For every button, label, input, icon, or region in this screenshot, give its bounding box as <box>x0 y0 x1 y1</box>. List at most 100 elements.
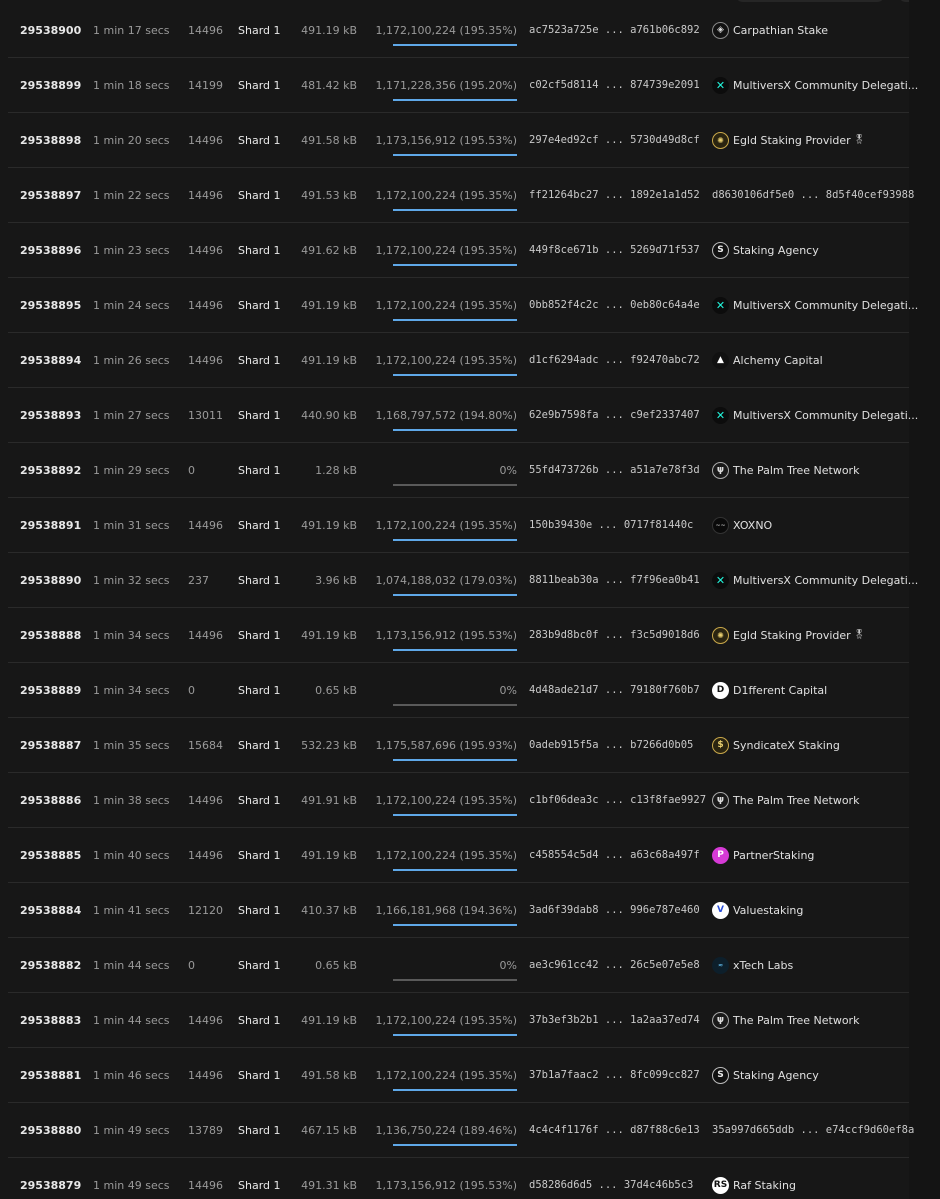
block-hash-link[interactable]: ae3c961cc42 ... 26c5e07e5e8 <box>529 959 700 972</box>
block-hash-link[interactable]: d58286d6d5 ... 37d4c46b5c3 <box>529 1179 693 1192</box>
shard-link[interactable]: Shard 1 <box>238 134 281 147</box>
table-row[interactable]: 29538879 1 min 49 secs 14496 Shard 1 491.31 … <box>8 1158 909 1199</box>
block-height-link[interactable]: 29538897 <box>20 189 81 202</box>
validator-address-link[interactable]: d8630106df5e0 ... 8d5f40cef93988 <box>712 189 914 202</box>
block-hash-link[interactable]: 0adeb915f5a ... b7266d0b05 <box>529 739 693 752</box>
block-height-link[interactable]: 29538899 <box>20 79 81 92</box>
block-height-link[interactable]: 29538896 <box>20 244 81 257</box>
shard-link[interactable]: Shard 1 <box>238 79 281 92</box>
table-row[interactable]: 29538884 1 min 41 secs 12120 Shard 1 410.37 … <box>8 883 909 938</box>
block-height-link[interactable]: 29538887 <box>20 739 81 752</box>
block-hash-link[interactable]: 37b1a7faac2 ... 8fc099cc827 <box>529 1069 700 1082</box>
block-hash-link[interactable]: 8811beab30a ... f7f96ea0b41 <box>529 574 700 587</box>
shard-link[interactable]: Shard 1 <box>238 904 281 917</box>
block-hash-link[interactable]: 4c4c4f1176f ... d87f88c6e13 <box>529 1124 700 1137</box>
validator-link[interactable]: ◈ Carpathian Stake <box>712 22 828 39</box>
block-height-link[interactable]: 29538886 <box>20 794 81 807</box>
shard-link[interactable]: Shard 1 <box>238 464 281 477</box>
block-height-link[interactable]: 29538884 <box>20 904 81 917</box>
validator-link[interactable]: ψ The Palm Tree Network <box>712 462 859 479</box>
validator-link[interactable]: ▲ Alchemy Capital <box>712 352 823 369</box>
table-row[interactable]: 29538892 1 min 29 secs 0 Shard 1 1.28 kB 0% 55… <box>8 443 909 498</box>
block-hash-link[interactable]: 62e9b7598fa ... c9ef2337407 <box>529 409 700 422</box>
shard-link[interactable]: Shard 1 <box>238 354 281 367</box>
block-height-link[interactable]: 29538894 <box>20 354 81 367</box>
shard-link[interactable]: Shard 1 <box>238 739 281 752</box>
block-height-link[interactable]: 29538883 <box>20 1014 81 1027</box>
block-hash-link[interactable]: 297e4ed92cf ... 5730d49d8cf <box>529 134 700 147</box>
shard-link[interactable]: Shard 1 <box>238 299 281 312</box>
block-hash-link[interactable]: c458554c5d4 ... a63c68a497f <box>529 849 700 862</box>
table-row[interactable]: 29538890 1 min 32 secs 237 Shard 1 3.96 kB 1,… <box>8 553 918 608</box>
table-row[interactable]: 29538894 1 min 26 secs 14496 Shard 1 491.19 … <box>8 333 909 388</box>
block-height-link[interactable]: 29538890 <box>20 574 81 587</box>
validator-link[interactable]: ✕ MultiversX Community Delegati... <box>712 572 918 589</box>
block-height-link[interactable]: 29538892 <box>20 464 81 477</box>
block-height-link[interactable]: 29538885 <box>20 849 81 862</box>
shard-link[interactable]: Shard 1 <box>238 519 281 532</box>
block-height-link[interactable]: 29538881 <box>20 1069 81 1082</box>
table-row[interactable]: 29538897 1 min 22 secs 14496 Shard 1 491.53 … <box>8 168 914 223</box>
table-row[interactable]: 29538880 1 min 49 secs 13789 Shard 1 467.15 … <box>8 1103 914 1158</box>
table-row[interactable]: 29538893 1 min 27 secs 13011 Shard 1 440.90 … <box>8 388 918 443</box>
table-row[interactable]: 29538887 1 min 35 secs 15684 Shard 1 532.23 … <box>8 718 909 773</box>
shard-link[interactable]: Shard 1 <box>238 959 281 972</box>
validator-address-link[interactable]: 35a997d665ddb ... e74ccf9d60ef8a <box>712 1124 914 1137</box>
validator-link[interactable]: ✕ MultiversX Community Delegati... <box>712 297 918 314</box>
block-hash-link[interactable]: 55fd473726b ... a51a7e78f3d <box>529 464 700 477</box>
block-hash-link[interactable]: 283b9d8bc0f ... f3c5d9018d6 <box>529 629 700 642</box>
block-hash-link[interactable]: ff21264bc27 ... 1892e1a1d52 <box>529 189 700 202</box>
table-row[interactable]: 29538883 1 min 44 secs 14496 Shard 1 491.19 … <box>8 993 909 1048</box>
block-height-link[interactable]: 29538893 <box>20 409 81 422</box>
block-height-link[interactable]: 29538895 <box>20 299 81 312</box>
validator-link[interactable]: ψ The Palm Tree Network <box>712 1012 859 1029</box>
table-row[interactable]: 29538891 1 min 31 secs 14496 Shard 1 491.19 … <box>8 498 909 553</box>
shard-link[interactable]: Shard 1 <box>238 1179 281 1192</box>
block-hash-link[interactable]: c02cf5d8114 ... 874739e2091 <box>529 79 700 92</box>
shard-link[interactable]: Shard 1 <box>238 849 281 862</box>
block-height-link[interactable]: 29538880 <box>20 1124 81 1137</box>
validator-link[interactable]: V Valuestaking <box>712 902 803 919</box>
shard-link[interactable]: Shard 1 <box>238 574 281 587</box>
shard-link[interactable]: Shard 1 <box>238 24 281 37</box>
block-hash-link[interactable]: 449f8ce671b ... 5269d71f537 <box>529 244 700 257</box>
validator-link[interactable]: P PartnerStaking <box>712 847 814 864</box>
block-hash-link[interactable]: 3ad6f39dab8 ... 996e787e460 <box>529 904 700 917</box>
validator-link[interactable]: $ SyndicateX Staking <box>712 737 840 754</box>
block-hash-link[interactable]: d1cf6294adc ... f92470abc72 <box>529 354 700 367</box>
shard-link[interactable]: Shard 1 <box>238 244 281 257</box>
scrollbar-track[interactable] <box>909 0 940 1199</box>
shard-link[interactable]: Shard 1 <box>238 1014 281 1027</box>
validator-link[interactable]: ≈ xTech Labs <box>712 957 793 974</box>
search-field-edge[interactable] <box>735 0 885 2</box>
block-hash-link[interactable]: 0bb852f4c2c ... 0eb80c64a4e <box>529 299 700 312</box>
shard-link[interactable]: Shard 1 <box>238 629 281 642</box>
validator-link[interactable]: ✕ MultiversX Community Delegati... <box>712 407 918 424</box>
table-row[interactable]: 29538882 1 min 44 secs 0 Shard 1 0.65 kB 0% ae… <box>8 938 909 993</box>
table-row[interactable]: 29538889 1 min 34 secs 0 Shard 1 0.65 kB 0% 4d… <box>8 663 909 718</box>
validator-link[interactable]: S Staking Agency <box>712 1067 819 1084</box>
table-row[interactable]: 29538885 1 min 40 secs 14496 Shard 1 491.19 … <box>8 828 909 883</box>
shard-link[interactable]: Shard 1 <box>238 409 281 422</box>
shard-link[interactable]: Shard 1 <box>238 684 281 697</box>
validator-link[interactable]: RS Raf Staking <box>712 1177 796 1194</box>
block-height-link[interactable]: 29538879 <box>20 1179 81 1192</box>
table-row[interactable]: 29538900 1 min 17 secs 14496 Shard 1 491.19 … <box>8 3 909 58</box>
validator-link[interactable]: D D1fferent Capital <box>712 682 827 699</box>
table-row[interactable]: 29538898 1 min 20 secs 14496 Shard 1 491.58 … <box>8 113 909 168</box>
table-row[interactable]: 29538896 1 min 23 secs 14496 Shard 1 491.62 … <box>8 223 909 278</box>
shard-link[interactable]: Shard 1 <box>238 1069 281 1082</box>
shard-link[interactable]: Shard 1 <box>238 189 281 202</box>
block-hash-link[interactable]: 4d48ade21d7 ... 79180f760b7 <box>529 684 700 697</box>
validator-link[interactable]: ✺ Egld Staking Provider 🎖 <box>712 132 865 149</box>
validator-link[interactable]: ✺ Egld Staking Provider 🎖 <box>712 627 865 644</box>
block-height-link[interactable]: 29538900 <box>20 24 81 37</box>
validator-link[interactable]: ✕ MultiversX Community Delegati... <box>712 77 918 94</box>
table-row[interactable]: 29538888 1 min 34 secs 14496 Shard 1 491.19 … <box>8 608 909 663</box>
block-hash-link[interactable]: 37b3ef3b2b1 ... 1a2aa37ed74 <box>529 1014 700 1027</box>
block-height-link[interactable]: 29538891 <box>20 519 81 532</box>
block-height-link[interactable]: 29538882 <box>20 959 81 972</box>
block-hash-link[interactable]: ac7523a725e ... a761b06c892 <box>529 24 700 37</box>
shard-link[interactable]: Shard 1 <box>238 1124 281 1137</box>
block-hash-link[interactable]: c1bf06dea3c ... c13f8fae9927 <box>529 794 706 807</box>
